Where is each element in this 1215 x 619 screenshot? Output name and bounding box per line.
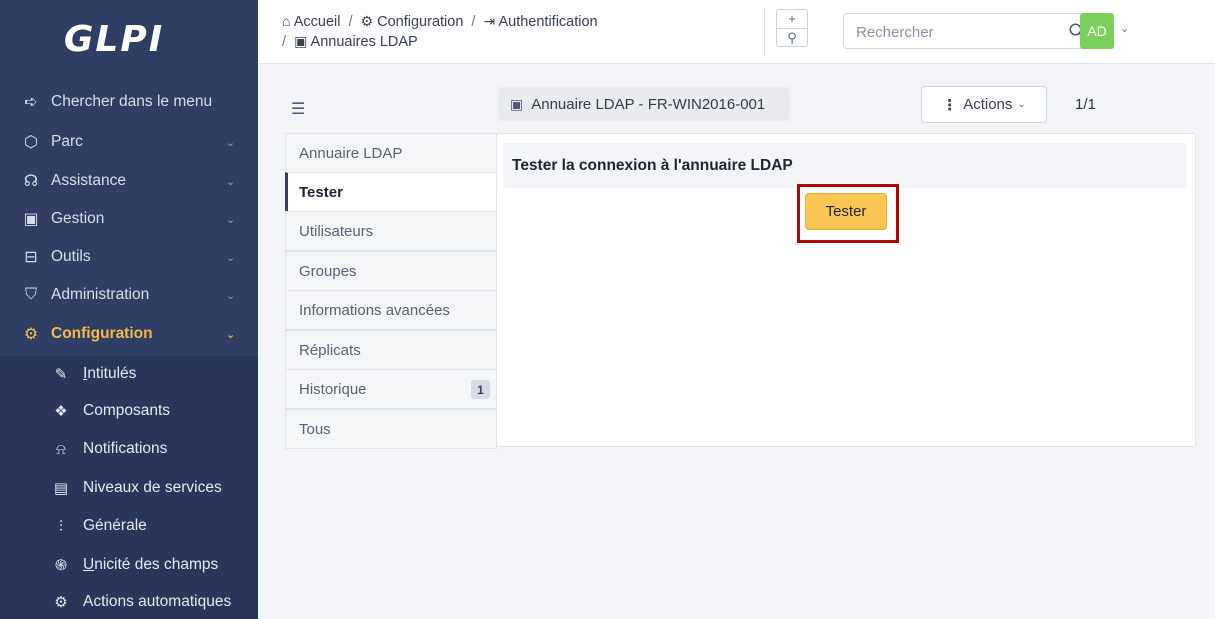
breadcrumb-configuration[interactable]: Configuration — [377, 14, 463, 30]
chevron-down-icon: ⌄ — [226, 251, 236, 264]
shield-icon: ⛉ — [24, 286, 37, 303]
pager: 1/1 — [1075, 96, 1096, 113]
sidebar-item-administration[interactable]: ⛉ Administration ⌄ — [0, 276, 258, 314]
home-icon: ⌂ — [282, 13, 291, 29]
sidebar-item-outils[interactable]: ⊟ Outils ⌄ — [0, 238, 258, 276]
box-icon: ⬡ — [24, 134, 38, 151]
sidebar-item-parc[interactable]: ⬡ Parc ⌄ — [0, 123, 258, 161]
bell-icon: ⍾ — [56, 440, 66, 458]
chevron-down-icon: ⌄ — [1017, 99, 1026, 110]
plus-icon: + — [788, 10, 796, 26]
edit-icon: ✎ — [54, 366, 68, 383]
actions-label: Actions — [963, 96, 1013, 113]
sidebar-subitem-intitules[interactable]: ✎ Intitulés — [0, 355, 258, 393]
sidebar-subitem-label: Générale — [83, 517, 147, 534]
clipboard-icon: ▤ — [53, 480, 69, 497]
chevron-down-icon: ⌄ — [226, 175, 236, 188]
sidebar-subitem-niveaux-services[interactable]: ▤ Niveaux de services — [0, 469, 258, 507]
sidebar-item-label: Chercher dans le menu — [51, 93, 213, 110]
tab-utilisateurs[interactable]: Utilisateurs — [285, 211, 497, 251]
kebab-icon: ⋮ — [942, 96, 958, 114]
sidebar-item-configuration[interactable]: ⚙ Configuration ⌄ — [0, 315, 258, 353]
sidebar-item-label: Gestion — [51, 210, 105, 227]
search-input[interactable] — [856, 22, 1056, 42]
sidebar-subitem-label: Niveaux de services — [83, 479, 222, 496]
user-avatar[interactable]: AD — [1080, 13, 1114, 49]
breadcrumb-authentification[interactable]: Authentification — [498, 14, 597, 30]
sidebar-item-label: Outils — [51, 248, 91, 265]
breadcrumb-home[interactable]: Accueil — [294, 14, 341, 30]
adjustments-icon: ⫶ — [59, 517, 63, 535]
sidebar-subitem-label: Unicité des champs — [83, 556, 219, 573]
wallet-icon: ▣ — [23, 211, 39, 228]
sidebar-item-label: Administration — [51, 286, 150, 303]
tester-button[interactable]: Tester — [805, 193, 887, 230]
sidebar-item-label: Parc — [51, 133, 83, 150]
automation-icon: ⚙ — [54, 594, 68, 611]
sidebar-item-label: Assistance — [51, 172, 126, 189]
sidebar-subitem-composants[interactable]: ❖ Composants — [0, 392, 258, 430]
fingerprint-icon: ֍ — [54, 557, 68, 574]
top-header: ⌂ Accueil / ⚙ Configuration / ⇥ Authenti… — [258, 0, 1215, 64]
add-search-button[interactable]: + ⚲ — [776, 9, 808, 47]
breadcrumb: ⌂ Accueil / ⚙ Configuration / ⇥ Authenti… — [282, 13, 598, 50]
sidebar-subitem-generale[interactable]: ⫶ Générale — [0, 507, 258, 545]
tab-tester[interactable]: Tester — [285, 172, 497, 212]
briefcase-icon: ⊟ — [24, 249, 38, 266]
sidebar-subitem-label: Actions automatiques — [83, 593, 232, 610]
global-search[interactable] — [843, 13, 1097, 49]
sidebar-subitem-unicite-champs[interactable]: ֍ Unicité des champs — [0, 546, 258, 584]
record-title: ▣ Annuaire LDAP - FR-WIN2016-001 — [498, 87, 790, 121]
address-book-icon: ▣ — [294, 33, 308, 49]
header-divider — [764, 8, 765, 56]
breadcrumb-annuaires-ldap[interactable]: Annuaires LDAP — [311, 34, 418, 50]
login-icon: ⇥ — [483, 13, 496, 29]
actions-button[interactable]: ⋮ Actions ⌄ — [921, 86, 1047, 123]
chevron-down-icon: ⌄ — [226, 328, 236, 341]
list-view-icon[interactable]: ☰ — [291, 99, 311, 118]
count-badge: 1 — [471, 380, 490, 399]
sidebar-subitem-actions-automatiques[interactable]: ⚙ Actions automatiques — [0, 583, 258, 619]
chevron-down-icon: ⌄ — [226, 136, 236, 149]
sidebar-subitem-notifications[interactable]: ⍾ Notifications — [0, 430, 258, 468]
chevron-down-icon[interactable]: ⌄ — [1120, 22, 1129, 35]
settings-icon: ⚙ — [23, 326, 39, 343]
tester-panel: Tester la connexion à l'annuaire LDAP Te… — [496, 133, 1196, 447]
tab-replicats[interactable]: Réplicats — [285, 330, 497, 370]
headset-icon: ☊ — [23, 173, 39, 190]
arrow-right-icon: ➪ — [24, 94, 38, 111]
sidebar-subitem-label: Notifications — [83, 440, 168, 457]
tab-historique[interactable]: Historique 1 — [285, 369, 497, 409]
panel-heading: Tester la connexion à l'annuaire LDAP — [503, 143, 1187, 188]
sidebar: GLPI ➪ Chercher dans le menu ⬡ Parc ⌄ ☊ … — [0, 0, 258, 619]
glpi-logo[interactable]: GLPI — [0, 0, 258, 78]
search-small-icon: ⚲ — [787, 29, 797, 45]
sidebar-item-assistance[interactable]: ☊ Assistance ⌄ — [0, 162, 258, 200]
tab-tous[interactable]: Tous — [285, 409, 497, 449]
sidebar-subitem-label: Intitulés — [83, 365, 137, 382]
chevron-down-icon: ⌄ — [226, 213, 236, 226]
sidebar-subitem-label: Composants — [83, 402, 171, 419]
settings-icon: ⚙ — [360, 13, 374, 29]
record-title-text: Annuaire LDAP - FR-WIN2016-001 — [531, 95, 766, 113]
tab-informations-avancees[interactable]: Informations avancées — [285, 290, 497, 330]
sidebar-item-label: Configuration — [51, 325, 153, 342]
tab-groupes[interactable]: Groupes — [285, 251, 497, 291]
sidebar-item-search-menu[interactable]: ➪ Chercher dans le menu — [0, 83, 258, 121]
components-icon: ❖ — [54, 403, 68, 420]
address-book-icon: ▣ — [510, 95, 524, 112]
chevron-down-icon: ⌄ — [226, 289, 236, 302]
tab-annuaire-ldap[interactable]: Annuaire LDAP — [285, 133, 497, 173]
sidebar-item-gestion[interactable]: ▣ Gestion ⌄ — [0, 200, 258, 238]
